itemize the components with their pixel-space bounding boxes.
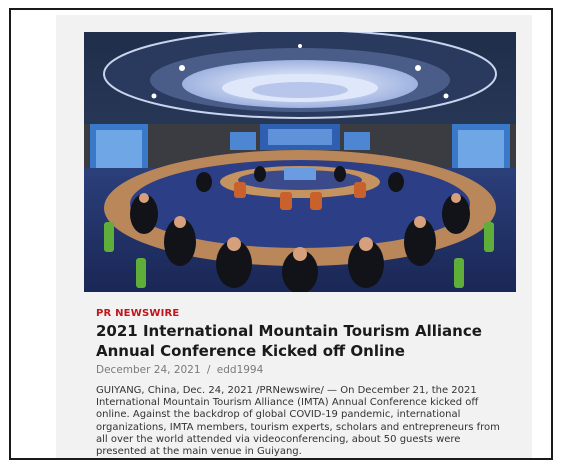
- source-label: PR NEWSWIRE: [96, 308, 180, 319]
- meta-separator: /: [206, 364, 211, 376]
- article-excerpt: GUIYANG, China, Dec. 24, 2021 /PRNewswir…: [96, 385, 500, 458]
- article-headline[interactable]: 2021 International Mountain Tourism Alli…: [96, 321, 516, 361]
- article-author[interactable]: edd1994: [217, 364, 264, 376]
- article-date: December 24, 2021: [96, 364, 201, 376]
- news-card[interactable]: PR NEWSWIRE 2021 International Mountain …: [56, 15, 532, 458]
- conference-photo[interactable]: [84, 32, 516, 292]
- page-frame: PR NEWSWIRE 2021 International Mountain …: [9, 8, 553, 460]
- article-meta: December 24, 2021 / edd1994: [96, 364, 263, 376]
